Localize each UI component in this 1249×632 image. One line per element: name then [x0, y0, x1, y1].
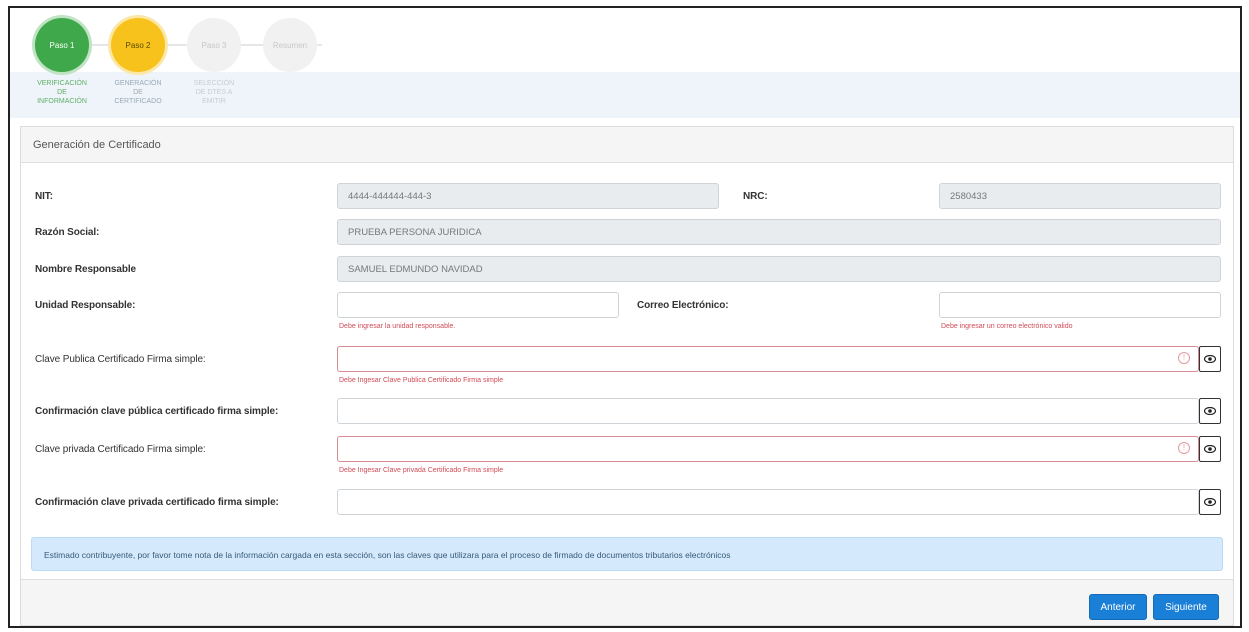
step-resumen[interactable]: Resumen	[255, 18, 325, 72]
conf-publica-input[interactable]	[337, 398, 1199, 424]
step-3-label: SELECCIÓN DE DTES A EMITIR	[193, 80, 235, 105]
correo-error: Debe ingresar un correo electrónico vali…	[941, 323, 1073, 330]
step-3[interactable]: Paso 3 SELECCIÓN DE DTES A EMITIR	[179, 18, 249, 106]
step-2-label: GENERACIÓN DE CERTIFICADO	[114, 80, 162, 105]
unidad-responsable-error: Debe ingresar la unidad responsable.	[339, 323, 456, 330]
clave-privada-input[interactable]: !	[337, 436, 1199, 462]
razon-social-label: Razón Social:	[35, 227, 100, 238]
step-resumen-circle[interactable]: Resumen	[263, 18, 317, 72]
nit-field[interactable]: 4444-444444-444-3	[337, 183, 719, 209]
unidad-responsable-label: Unidad Responsable:	[35, 300, 136, 311]
card-title: Generación de Certificado	[21, 127, 1233, 163]
clave-privada-error: Debe Ingesar Clave privada Certificado F…	[339, 467, 504, 474]
eye-icon	[1204, 407, 1216, 415]
stepper: Paso 1 VERIFICACIÓN DE INFORMACIÓN Paso …	[10, 8, 1240, 122]
nombre-responsable-label: Nombre Responsable	[35, 264, 137, 275]
step-2[interactable]: Paso 2 GENERACIÓN DE CERTIFICADO	[103, 18, 173, 106]
clave-privada-label: Clave privada Certificado Firma simple:	[35, 444, 206, 455]
clave-publica-label: Clave Publica Certificado Firma simple:	[35, 354, 206, 365]
step-1-circle[interactable]: Paso 1	[35, 18, 89, 72]
nit-label: NIT:	[35, 191, 53, 202]
eye-icon	[1204, 498, 1216, 506]
info-alert: Estimado contribuyente, por favor tome n…	[31, 537, 1223, 571]
nrc-label: NRC:	[743, 191, 768, 202]
step-2-circle[interactable]: Paso 2	[111, 18, 165, 72]
eye-icon	[1204, 355, 1216, 363]
previous-button[interactable]: Anterior	[1089, 594, 1147, 620]
step-1[interactable]: Paso 1 VERIFICACIÓN DE INFORMACIÓN	[27, 18, 97, 106]
conf-privada-input[interactable]	[337, 489, 1199, 515]
unidad-responsable-input[interactable]	[337, 292, 619, 318]
correo-input[interactable]	[939, 292, 1221, 318]
app-frame: Paso 1 VERIFICACIÓN DE INFORMACIÓN Paso …	[8, 6, 1242, 628]
razon-social-field[interactable]: PRUEBA PERSONA JURIDICA	[337, 219, 1221, 245]
clave-publica-input[interactable]: !	[337, 346, 1199, 372]
toggle-visibility-button[interactable]	[1199, 346, 1221, 372]
conf-privada-label: Confirmación clave privada certificado f…	[35, 497, 279, 508]
correo-label: Correo Electrónico:	[637, 300, 729, 311]
conf-publica-label: Confirmación clave pública certificado f…	[35, 406, 279, 417]
nrc-field[interactable]: 2580433	[939, 183, 1221, 209]
toggle-visibility-button[interactable]	[1199, 398, 1221, 424]
next-button[interactable]: Siguiente	[1153, 594, 1219, 620]
error-icon: !	[1178, 442, 1190, 454]
step-1-label: VERIFICACIÓN DE INFORMACIÓN	[37, 80, 87, 105]
nombre-responsable-field[interactable]: SAMUEL EDMUNDO NAVIDAD	[337, 256, 1221, 282]
step-3-circle[interactable]: Paso 3	[187, 18, 241, 72]
toggle-visibility-button[interactable]	[1199, 489, 1221, 515]
eye-icon	[1204, 445, 1216, 453]
toggle-visibility-button[interactable]	[1199, 436, 1221, 462]
clave-publica-error: Debe Ingesar Clave Publica Certificado F…	[339, 377, 504, 384]
card-footer: Anterior Siguiente	[21, 579, 1233, 625]
certificate-card: Generación de Certificado NIT: 4444-4444…	[20, 126, 1234, 626]
error-icon: !	[1178, 352, 1190, 364]
